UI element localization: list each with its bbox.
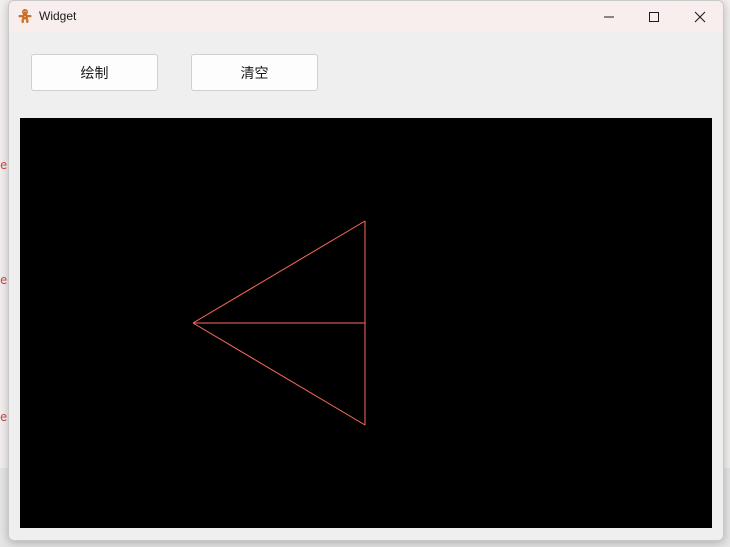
gingerbread-icon xyxy=(17,8,33,24)
gutter-marker: e xyxy=(0,273,8,287)
gutter-marker: e xyxy=(0,410,8,424)
drawing-surface xyxy=(192,220,366,426)
client-area: 绘制 清空 xyxy=(9,32,723,540)
minimize-button[interactable] xyxy=(586,1,632,32)
clear-button[interactable]: 清空 xyxy=(191,54,318,91)
maximize-button[interactable] xyxy=(631,1,677,32)
shape-upper-edge xyxy=(192,220,366,324)
draw-button[interactable]: 绘制 xyxy=(31,54,158,91)
drawing-canvas[interactable] xyxy=(20,118,712,528)
close-button[interactable] xyxy=(677,1,723,32)
shape-lower-edge xyxy=(192,322,366,426)
drawn-shape xyxy=(192,220,366,426)
close-icon xyxy=(694,11,706,22)
window-title: Widget xyxy=(39,9,77,23)
widget-window: Widget 绘制 清空 xyxy=(8,0,724,541)
gutter-marker: e xyxy=(0,158,8,172)
maximize-icon xyxy=(649,11,659,22)
title-bar[interactable]: Widget xyxy=(9,1,723,32)
minimize-icon xyxy=(604,16,614,17)
